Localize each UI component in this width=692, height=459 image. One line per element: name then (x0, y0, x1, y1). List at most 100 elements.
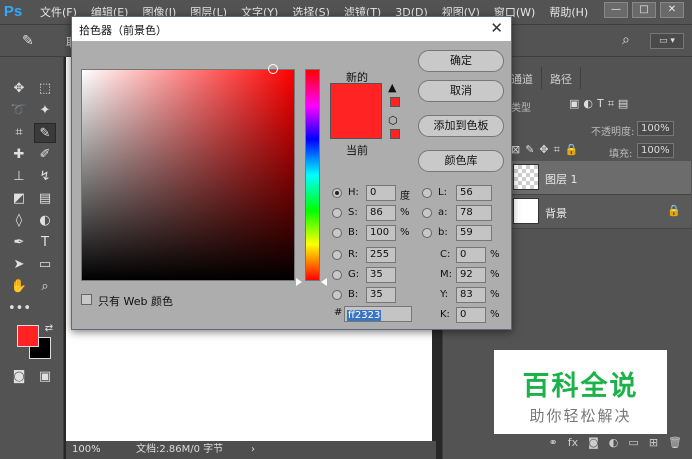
lab-l-radio[interactable] (422, 188, 432, 198)
layer-row[interactable]: 图层 1 (511, 161, 691, 195)
fx-icon[interactable]: fx (568, 436, 578, 454)
gradient-tool-icon[interactable]: ▤ (34, 189, 56, 209)
out-of-gamut-warning-icon[interactable]: ▲ (388, 81, 396, 94)
dodge-tool-icon[interactable]: ◐ (34, 211, 56, 231)
swap-colors-icon[interactable]: ⇄ (38, 319, 60, 339)
fill-input[interactable]: 100% (637, 143, 674, 158)
red-radio[interactable] (332, 250, 342, 260)
search-icon[interactable]: ⌕ (622, 32, 630, 48)
web-safe-cube-icon[interactable]: ⬡ (388, 114, 398, 127)
rectangle-tool-icon[interactable]: ▭ (34, 255, 56, 275)
pen-tool-icon[interactable]: ✒ (8, 233, 30, 253)
more-tools-icon[interactable]: ••• (8, 299, 31, 319)
marquee-tool-icon[interactable]: ⬚ (34, 79, 56, 99)
watermark-subtitle: 助你轻松解决 (529, 407, 632, 425)
saturation-radio[interactable] (332, 208, 342, 218)
hue-radio[interactable] (332, 188, 342, 198)
hue-slider[interactable] (305, 69, 320, 281)
blue-radio[interactable] (332, 290, 342, 300)
add-to-swatches-button[interactable]: 添加到色板 (418, 115, 504, 137)
zoom-level[interactable]: 100% (72, 441, 101, 459)
layer-filter-select[interactable]: 类型 (511, 99, 531, 114)
blur-tool-icon[interactable]: ◊ (8, 211, 30, 231)
saturation-brightness-field[interactable] (81, 64, 295, 281)
move-tool-icon[interactable]: ✥ (8, 79, 30, 99)
delete-layer-icon[interactable]: 🗑 (668, 436, 682, 454)
lab-b-radio[interactable] (422, 228, 432, 238)
zoom-tool-icon[interactable]: ⌕ (34, 277, 56, 297)
lab-a-input[interactable]: 78 (456, 205, 492, 221)
quick-mask-icon[interactable]: ◙ (8, 367, 30, 387)
hand-tool-icon[interactable]: ✋ (8, 277, 30, 297)
magic-wand-icon[interactable]: ✦ (34, 101, 56, 121)
status-menu-arrow-icon[interactable]: › (251, 441, 255, 459)
dialog-body: 只有 Web 颜色 新的 当前 ▲ ⬡ 确定 取消 添加到色板 颜色库 H: 0… (72, 41, 511, 329)
lab-b-field-row: b: 59 (422, 225, 502, 241)
add-mask-icon[interactable]: ◙ (588, 436, 599, 454)
screen-mode-icon[interactable]: ▣ (34, 367, 56, 387)
web-safe-color-swatch[interactable] (390, 129, 400, 139)
brightness-radio[interactable] (332, 228, 342, 238)
lab-b-input[interactable]: 59 (456, 225, 492, 241)
link-layers-icon[interactable]: ⚭ (549, 436, 558, 454)
document-info: 文档:2.86M/0 字节 (136, 444, 224, 455)
layer-filter-row: 类型 ▣◐T⌗▤ (503, 95, 691, 117)
cancel-button[interactable]: 取消 (418, 80, 504, 102)
hue-input[interactable]: 0 (366, 185, 396, 201)
foreground-color-swatch[interactable] (17, 325, 39, 347)
lab-a-radio[interactable] (422, 208, 432, 218)
tab-paths[interactable]: 路径 (542, 67, 581, 89)
web-colors-checkbox[interactable] (81, 294, 92, 305)
black-input[interactable]: 0 (456, 307, 486, 323)
magenta-input[interactable]: 92 (456, 267, 486, 283)
new-group-icon[interactable]: ▭ (628, 436, 638, 454)
layer-thumbnail (513, 164, 539, 190)
healing-brush-icon[interactable]: ✚ (8, 145, 30, 165)
close-window-button[interactable]: ✕ (660, 2, 684, 18)
opacity-input[interactable]: 100% (637, 121, 674, 136)
minimize-button[interactable]: — (604, 2, 628, 18)
ok-button[interactable]: 确定 (418, 50, 504, 72)
workspace-switcher[interactable]: ▭ ▾ (650, 33, 684, 49)
lasso-tool-icon[interactable]: ➰ (8, 101, 30, 121)
lab-l-input[interactable]: 56 (456, 185, 492, 201)
brightness-input[interactable]: 100 (366, 225, 396, 241)
maximize-button[interactable]: □ (632, 2, 656, 18)
black-unit: % (490, 309, 500, 320)
lock-options-icons[interactable]: ⊠✎✥⌗🔒 (511, 143, 584, 157)
crop-tool-icon[interactable]: ⌗ (8, 123, 30, 143)
red-input[interactable]: 255 (366, 247, 396, 263)
hue-slider-arrow-right-icon[interactable] (321, 278, 327, 286)
hex-input[interactable]: ff2323 (344, 306, 412, 322)
color-libraries-button[interactable]: 颜色库 (418, 150, 504, 172)
layer-row[interactable]: 背景 🔒 (511, 195, 691, 229)
hue-slider-arrow-left-icon[interactable] (296, 278, 302, 286)
layer-filter-icons[interactable]: ▣◐T⌗▤ (569, 97, 632, 111)
hue-unit: 度 (400, 191, 410, 202)
blue-field-row: B: 35 (332, 287, 412, 303)
eyedropper-tool-icon[interactable]: ✎ (34, 123, 56, 143)
eraser-tool-icon[interactable]: ◩ (8, 189, 30, 209)
color-cursor-icon[interactable] (268, 64, 278, 74)
path-select-icon[interactable]: ➤ (8, 255, 30, 275)
stamp-tool-icon[interactable]: ⊥ (8, 167, 30, 187)
blue-input[interactable]: 35 (366, 287, 396, 303)
menu-help[interactable]: 帮助(H) (549, 4, 588, 20)
current-color-swatch[interactable] (330, 111, 382, 139)
layer-name: 图层 1 (545, 173, 578, 186)
eyedropper-icon[interactable]: ✎ (22, 33, 34, 49)
gamut-color-swatch[interactable] (390, 97, 400, 107)
brush-tool-icon[interactable]: ✐ (34, 145, 56, 165)
close-icon[interactable]: ✕ (490, 19, 503, 37)
adjustment-layer-icon[interactable]: ◐ (609, 436, 619, 454)
history-brush-icon[interactable]: ↯ (34, 167, 56, 187)
saturation-input[interactable]: 86 (366, 205, 396, 221)
cyan-input[interactable]: 0 (456, 247, 486, 263)
green-input[interactable]: 35 (366, 267, 396, 283)
new-layer-icon[interactable]: ⊞ (649, 436, 658, 454)
cyan-label: C: (440, 249, 451, 260)
type-tool-icon[interactable]: T (34, 233, 56, 253)
green-radio[interactable] (332, 270, 342, 280)
yellow-input[interactable]: 83 (456, 287, 486, 303)
watermark-title: 百科全说 (522, 371, 639, 402)
